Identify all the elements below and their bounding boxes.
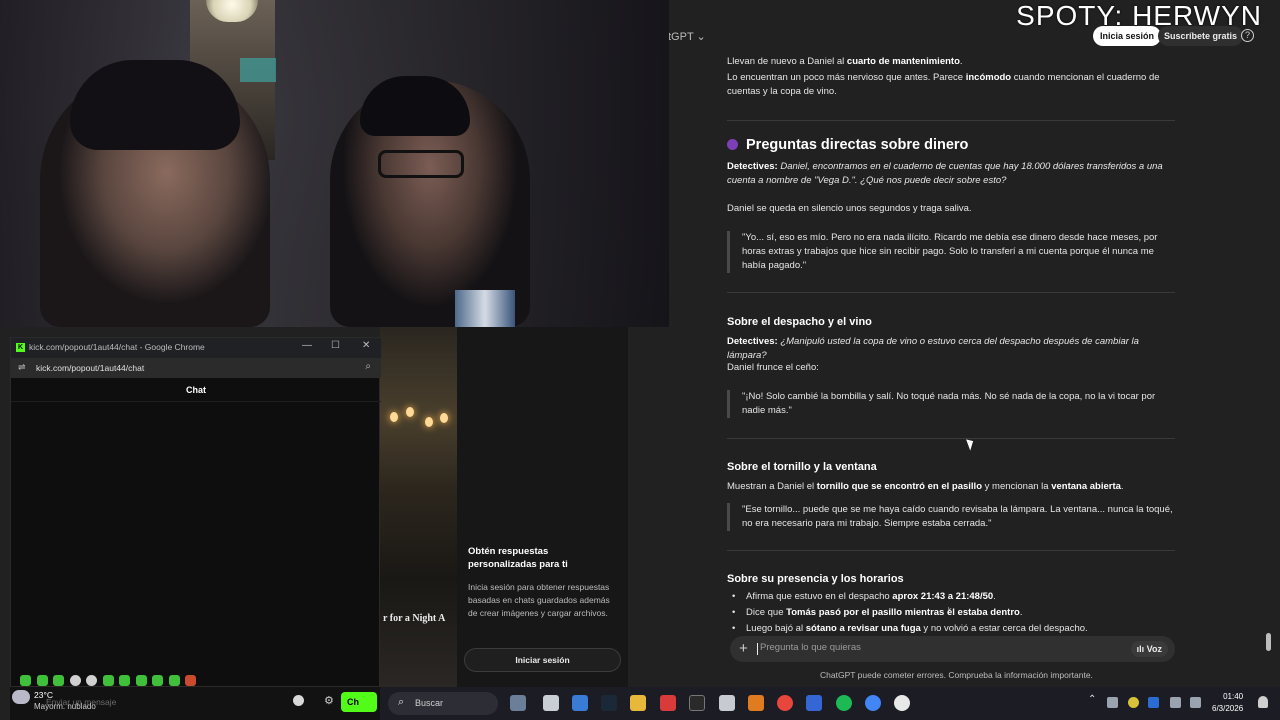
mouse-cursor-icon	[966, 437, 976, 451]
text-caret	[757, 643, 758, 655]
chat-send-button[interactable]: Ch	[341, 692, 377, 712]
taskbar-app-icon[interactable]	[510, 695, 526, 711]
site-settings-icon[interactable]: ⇌	[18, 362, 26, 373]
disclaimer: ChatGPT puede cometer errores. Comprueba…	[820, 670, 1093, 680]
spotify-icon[interactable]	[836, 695, 852, 711]
steam-icon[interactable]	[601, 695, 617, 711]
chrome-icon[interactable]	[777, 695, 793, 711]
folder-icon[interactable]	[630, 695, 646, 711]
taskbar-app-icon[interactable]	[748, 695, 764, 711]
background-video	[380, 327, 457, 687]
office-reaction: Daniel frunce el ceño:	[727, 362, 819, 373]
system-clock[interactable]: 01:40 6/3/2026	[1212, 691, 1243, 715]
url-text[interactable]: kick.com/popout/1aut44/chat	[36, 363, 144, 373]
intro-line-1: Llevan de nuevo a Daniel al cuarto de ma…	[727, 56, 963, 67]
schedule-bullet: Dice que Tomás pasó por el pasillo mient…	[732, 606, 1172, 620]
bell-icon[interactable]	[1258, 696, 1268, 708]
purple-circle-icon	[727, 139, 738, 150]
cloud-icon	[12, 690, 30, 704]
sidebar-card-description: Inicia sesión para obtener respuestas ba…	[468, 582, 610, 618]
schedule-bullet: Afirma que estuvo en el despacho aprox 2…	[732, 590, 1172, 604]
weather-temp: 23°C	[34, 690, 53, 700]
taskbar-app-icon[interactable]	[660, 695, 676, 711]
clock-date: 6/3/2026	[1212, 704, 1244, 713]
maximize-button[interactable]: ☐	[331, 340, 340, 351]
weather-condition: Mayorm. nublado	[34, 702, 96, 711]
chrome-icon[interactable]	[865, 695, 881, 711]
scroll-down-arrow-icon[interactable]: ↓	[946, 604, 952, 616]
webcam-feed	[0, 0, 669, 327]
search-icon[interactable]: ⌕	[365, 361, 371, 372]
sidebar-card-title: Obtén respuestas personalizadas para ti	[468, 546, 568, 570]
scrollbar[interactable]	[1266, 633, 1271, 651]
section-office-title: Sobre el despacho y el vino	[727, 316, 872, 328]
taskbar-app-icon[interactable]	[572, 695, 588, 711]
office-quote: "¡No! Solo cambié la bombilla y salí. No…	[727, 390, 1175, 418]
section-screw-title: Sobre el tornillo y la ventana	[727, 461, 877, 473]
taskbar-search[interactable]: ⌕ Buscar	[388, 692, 498, 715]
voice-button[interactable]: ılı Voz	[1130, 641, 1168, 657]
screen: tGPT ⌄ Inicia sesión Suscríbete gratis ?…	[0, 0, 1280, 720]
taskbar-app-icon[interactable]	[543, 695, 559, 711]
voice-icon: ılı	[1136, 644, 1147, 654]
search-icon: ⌕	[398, 696, 405, 708]
model-selector[interactable]: tGPT ⌄	[668, 30, 706, 43]
taskbar-app-icon[interactable]	[806, 695, 822, 711]
office-question: Detectives: ¿Manipuló usted la copa de v…	[727, 336, 1139, 361]
close-button[interactable]: ✕	[362, 340, 370, 351]
divider	[727, 438, 1175, 439]
prompt-input[interactable]: Pregunta lo que quieras	[760, 642, 861, 653]
address-bar[interactable]: ⇌ kick.com/popout/1aut44/chat ⌕	[11, 358, 381, 378]
chat-header: Chat	[11, 378, 381, 402]
money-quote: "Yo... sí, eso es mío. Pero no era nada …	[727, 231, 1175, 273]
chatgpt-icon[interactable]	[894, 695, 910, 711]
prompt-composer[interactable]: + Pregunta lo que quieras ılı Voz	[730, 636, 1175, 662]
tray-icon[interactable]	[1107, 697, 1118, 708]
mic-icon[interactable]	[1170, 697, 1181, 708]
window-title: kick.com/popout/1aut44/chat - Google Chr…	[29, 342, 205, 352]
section-schedule-title: Sobre su presencia y los horarios	[727, 573, 904, 585]
divider	[727, 292, 1175, 293]
tray-icon[interactable]	[1148, 697, 1159, 708]
emote-bar[interactable]	[20, 672, 202, 687]
network-icon[interactable]	[1190, 697, 1201, 708]
video-caption: r for a Night A	[383, 613, 446, 624]
divider	[727, 550, 1175, 551]
divider	[727, 120, 1175, 121]
screw-line: Muestran a Daniel el tornillo que se enc…	[727, 481, 1124, 492]
money-question: Detectives: Daniel, encontramos en el cu…	[727, 161, 1163, 186]
money-reaction: Daniel se queda en silencio unos segundo…	[727, 203, 972, 214]
plus-icon[interactable]: +	[739, 640, 748, 657]
chat-popup-window: K kick.com/popout/1aut44/chat - Google C…	[10, 337, 381, 687]
tray-icon[interactable]	[1128, 697, 1139, 708]
clock-time: 01:40	[1223, 692, 1244, 701]
kick-favicon-icon: K	[16, 343, 25, 352]
schedule-bullet: Luego bajó al sótano a revisar una fuga …	[732, 622, 1172, 633]
gear-icon[interactable]: ⚙	[324, 694, 334, 707]
intro-line-2: Lo encuentran un poco más nervioso que a…	[727, 72, 1160, 97]
taskbar-app-icon[interactable]	[719, 695, 735, 711]
sidebar-login-button[interactable]: Iniciar sesión	[464, 648, 621, 672]
window-titlebar[interactable]: K kick.com/popout/1aut44/chat - Google C…	[11, 338, 381, 358]
emoji-icon[interactable]	[293, 695, 304, 706]
taskbar-search-label: Buscar	[415, 698, 444, 708]
spotify-overlay: SPOTY: HERWYN	[1016, 0, 1262, 31]
tray-overflow-icon[interactable]: ⌃	[1088, 694, 1096, 705]
screw-quote: "Ese tornillo... puede que se me haya ca…	[727, 503, 1175, 531]
taskbar: ⌕ Buscar ⌃ 01:40 6/3/2026	[380, 687, 1280, 720]
minimize-button[interactable]: —	[302, 340, 312, 351]
taskbar-app-icon[interactable]	[689, 695, 705, 711]
section-money-title: Preguntas directas sobre dinero	[727, 138, 968, 152]
sidebar-login-card: Obtén respuestas personalizadas para ti …	[457, 327, 628, 687]
